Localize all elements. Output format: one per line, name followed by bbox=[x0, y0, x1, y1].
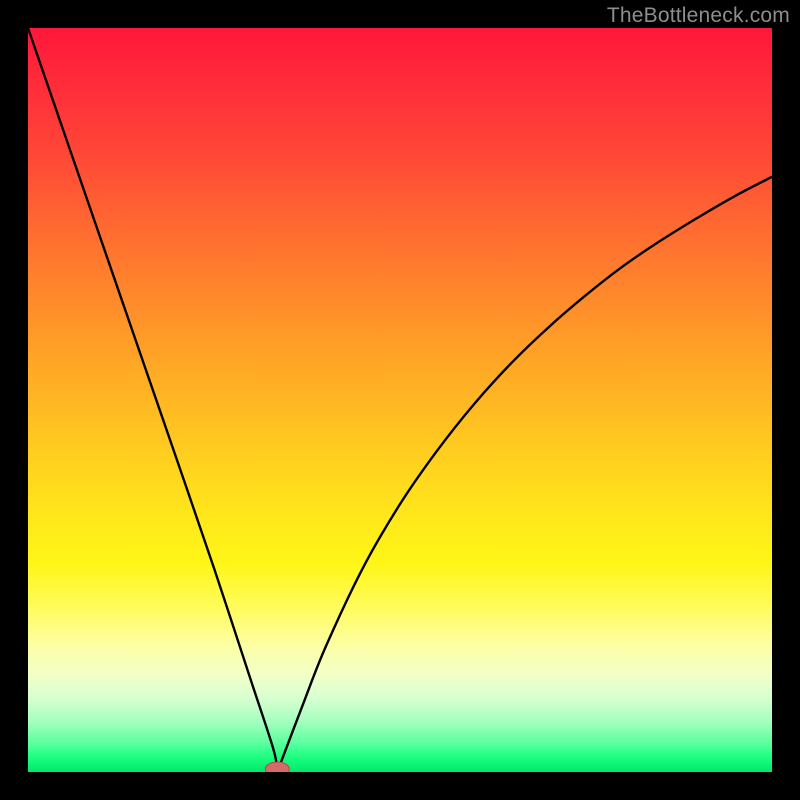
bottleneck-curve bbox=[28, 28, 772, 772]
optimal-marker bbox=[265, 762, 289, 772]
chart-plot-area bbox=[28, 28, 772, 772]
chart-svg bbox=[28, 28, 772, 772]
watermark-text: TheBottleneck.com bbox=[607, 4, 790, 28]
